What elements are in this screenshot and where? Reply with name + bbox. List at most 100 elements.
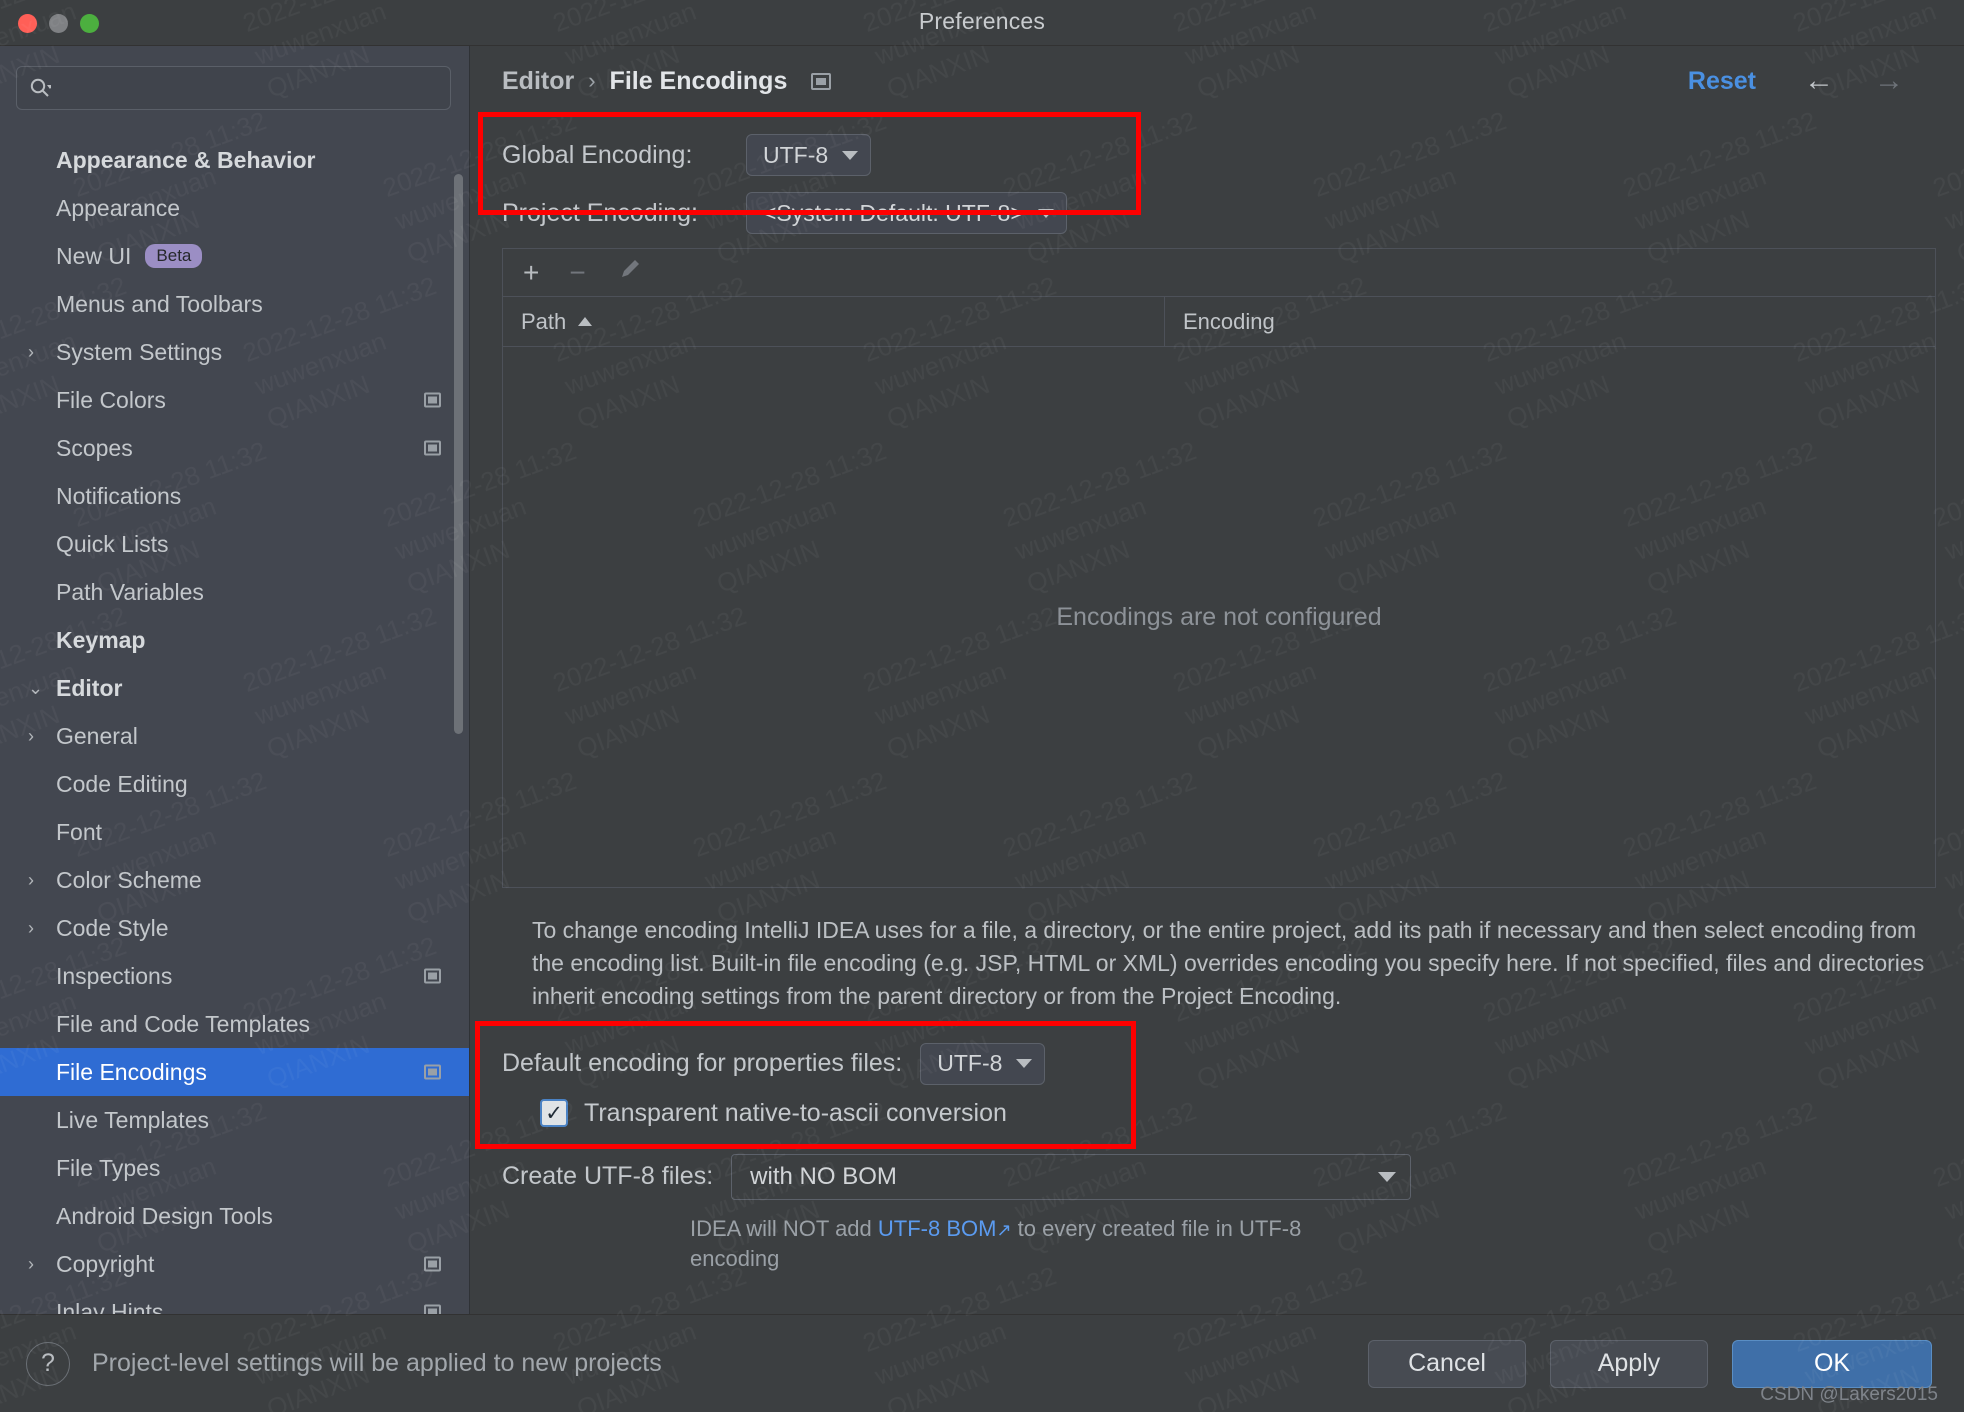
search-input[interactable]	[16, 66, 451, 110]
encodings-description: To change encoding IntelliJ IDEA uses fo…	[532, 917, 1925, 1009]
window-title: Preferences	[918, 8, 1046, 34]
chevron-down-icon	[1016, 1059, 1033, 1069]
sidebar-item-appearance[interactable]: Appearance	[0, 184, 469, 232]
sidebar-item-label: Inspections	[56, 962, 173, 989]
project-encoding-select[interactable]: <System Default: UTF-8>	[746, 192, 1067, 234]
sidebar-item-label: Scopes	[56, 434, 133, 461]
global-encoding-select[interactable]: UTF-8	[746, 134, 872, 176]
settings-detail-pane: Editor › File Encodings Reset ← → Global…	[470, 46, 1964, 1314]
search-icon	[29, 77, 51, 99]
column-header-encoding[interactable]: Encoding	[1165, 297, 1935, 346]
encodings-table: + − Path Encoding Encodings are not conf…	[502, 248, 1936, 888]
global-encoding-value: UTF-8	[763, 141, 829, 168]
bom-note: IDEA will NOT add UTF-8 BOM↗ to every cr…	[690, 1214, 1390, 1276]
column-header-encoding-label: Encoding	[1183, 308, 1275, 334]
breadcrumb-current: File Encodings	[609, 66, 788, 95]
sidebar-item-notifications[interactable]: Notifications	[0, 472, 469, 520]
project-encoding-value: <System Default: UTF-8>	[763, 199, 1024, 226]
sidebar-item-label: System Settings	[56, 338, 223, 365]
add-path-button[interactable]: +	[523, 258, 539, 287]
sidebar-item-label: Path Variables	[56, 578, 204, 605]
sidebar-item-file-types[interactable]: File Types	[0, 1144, 469, 1192]
chevron-down-icon	[1378, 1171, 1397, 1182]
sidebar-item-inspections[interactable]: Inspections	[0, 952, 469, 1000]
column-header-path[interactable]: Path	[503, 297, 1165, 346]
sidebar-item-menus-and-toolbars[interactable]: Menus and Toolbars	[0, 280, 469, 328]
native-to-ascii-checkbox[interactable]: ✓	[540, 1099, 568, 1128]
native-to-ascii-row[interactable]: ✓ Transparent native-to-ascii conversion	[540, 1099, 1936, 1128]
properties-encoding-label: Default encoding for properties files:	[502, 1049, 903, 1078]
properties-encoding-select[interactable]: UTF-8	[920, 1042, 1046, 1085]
sidebar-scrollbar[interactable]	[454, 174, 463, 734]
chevron-right-icon[interactable]: ›	[28, 919, 54, 937]
sort-ascending-icon	[578, 317, 593, 326]
settings-tree: Appearance & Behavior Appearance New UI Bet…	[0, 136, 469, 1314]
sidebar-item-new-ui[interactable]: New UI Beta	[0, 232, 469, 280]
sidebar-item-file-colors[interactable]: File Colors	[0, 376, 469, 424]
sidebar-item-code-editing[interactable]: Code Editing	[0, 760, 469, 808]
sidebar-item-system-settings[interactable]: › System Settings	[0, 328, 469, 376]
edit-path-button[interactable]	[616, 255, 644, 290]
create-utf8-row: Create UTF-8 files: with NO BOM	[502, 1153, 1936, 1200]
bom-note-prefix: IDEA will NOT add	[690, 1215, 878, 1241]
ok-button[interactable]: OK	[1732, 1339, 1932, 1388]
sidebar-item-label: File Types	[56, 1154, 161, 1181]
back-arrow-icon[interactable]: ←	[1804, 66, 1834, 96]
reset-button[interactable]: Reset	[1688, 67, 1756, 96]
create-utf8-select[interactable]: with NO BOM	[731, 1153, 1412, 1200]
global-encoding-label: Global Encoding:	[502, 140, 693, 169]
sidebar-item-font[interactable]: Font	[0, 808, 469, 856]
sidebar-item-quick-lists[interactable]: Quick Lists	[0, 520, 469, 568]
project-encoding-label: Project Encoding:	[502, 198, 698, 227]
chevron-right-icon[interactable]: ›	[28, 871, 54, 889]
sidebar-item-file-and-code-templates[interactable]: File and Code Templates	[0, 1000, 469, 1048]
breadcrumb-separator-icon: ›	[588, 68, 596, 93]
sidebar-item-color-scheme[interactable]: › Color Scheme	[0, 856, 469, 904]
chevron-down-icon[interactable]: ⌄	[28, 679, 54, 697]
project-level-icon	[424, 1064, 441, 1080]
sidebar-item-label: File Encodings	[56, 1058, 207, 1085]
sidebar-item-inlay-hints[interactable]: Inlay Hints	[0, 1288, 469, 1314]
footer-buttons: Cancel Apply OK	[1368, 1339, 1932, 1388]
sidebar-item-label: Font	[56, 818, 103, 845]
sidebar-item-label: Live Templates	[56, 1106, 209, 1133]
sidebar-item-label: Notifications	[56, 482, 182, 509]
csdn-watermark: CSDN @Lakers2015	[1760, 1384, 1938, 1405]
chevron-down-icon	[1037, 208, 1054, 218]
sidebar-item-label: File and Code Templates	[56, 1010, 310, 1037]
sidebar-item-code-style[interactable]: › Code Style	[0, 904, 469, 952]
chevron-right-icon[interactable]: ›	[28, 343, 54, 361]
sidebar-item-live-templates[interactable]: Live Templates	[0, 1096, 469, 1144]
sidebar-item-copyright[interactable]: › Copyright	[0, 1240, 469, 1288]
sidebar-item-appearance-behavior[interactable]: Appearance & Behavior	[0, 136, 469, 184]
cancel-button[interactable]: Cancel	[1368, 1339, 1526, 1388]
properties-encoding-value: UTF-8	[937, 1050, 1003, 1077]
sidebar-item-scopes[interactable]: Scopes	[0, 424, 469, 472]
sidebar-item-android-design-tools[interactable]: Android Design Tools	[0, 1192, 469, 1240]
remove-path-button[interactable]: −	[569, 258, 585, 287]
sidebar-item-label: New UI	[56, 242, 132, 269]
forward-arrow-icon[interactable]: →	[1874, 66, 1904, 96]
chevron-right-icon[interactable]: ›	[28, 1255, 54, 1273]
sidebar-item-path-variables[interactable]: Path Variables	[0, 568, 469, 616]
breadcrumb-parent[interactable]: Editor	[502, 67, 574, 96]
chevron-right-icon[interactable]: ›	[28, 727, 54, 745]
encoding-settings-block: Global Encoding: UTF-8 Project Encoding:…	[470, 116, 1936, 242]
sidebar-item-file-encodings[interactable]: File Encodings	[0, 1048, 469, 1096]
sidebar-item-keymap[interactable]: Keymap	[0, 616, 469, 664]
dialog-body: Appearance & Behavior Appearance New UI Bet…	[0, 46, 1964, 1314]
breadcrumb: Editor › File Encodings Reset ← →	[470, 46, 1936, 116]
help-button[interactable]: ?	[26, 1341, 70, 1386]
project-level-icon	[424, 1304, 441, 1314]
utf8-bom-link[interactable]: UTF-8 BOM	[878, 1216, 997, 1241]
sidebar-item-editor[interactable]: ⌄ Editor	[0, 664, 469, 712]
apply-button[interactable]: Apply	[1550, 1339, 1708, 1388]
sidebar-item-label: Quick Lists	[56, 530, 169, 557]
sidebar-item-label: Code Style	[56, 914, 169, 941]
sidebar-item-general[interactable]: › General	[0, 712, 469, 760]
sidebar-item-label: Keymap	[56, 626, 146, 653]
title-bar: Preferences	[0, 0, 1964, 46]
footer-note: Project-level settings will be applied t…	[92, 1349, 662, 1377]
properties-encoding-block: Default encoding for properties files: U…	[502, 1037, 1936, 1128]
sidebar-item-label: Appearance	[56, 194, 181, 221]
